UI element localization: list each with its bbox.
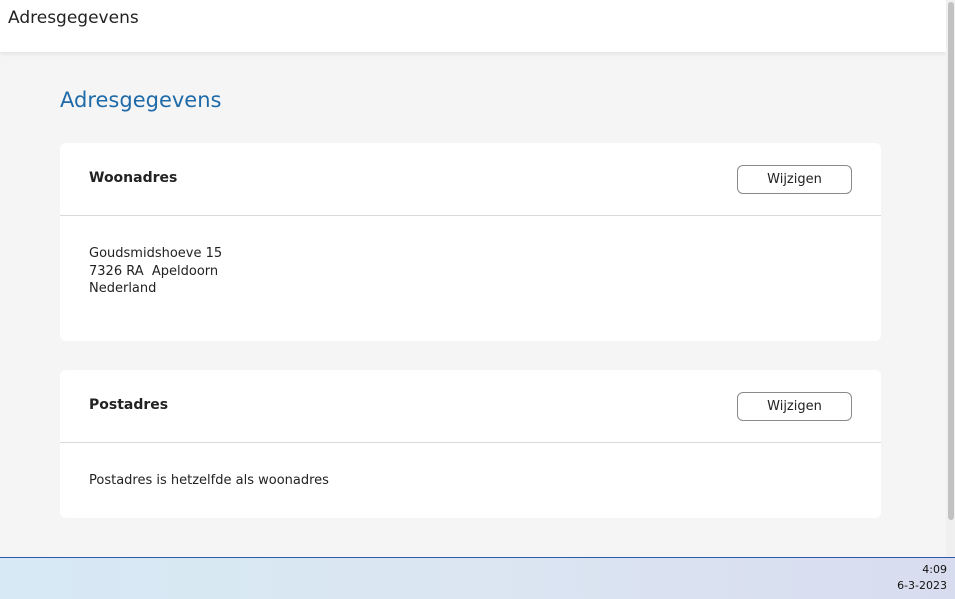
postal-address-body: Postadres is hetzelfde als woonadres [60, 443, 881, 490]
postal-address-title: Postadres [89, 397, 169, 413]
postal-address-card: Postadres Wijzigen Postadres is hetzelfd… [60, 370, 881, 518]
app-header: Adresgegevens [0, 0, 946, 52]
address-country: Nederland [89, 281, 157, 296]
home-address-title: Woonadres [89, 170, 178, 186]
home-address-body: Goudsmidshoeve 15 7326 RA Apeldoorn Nede… [60, 216, 881, 298]
address-street: Goudsmidshoeve 15 [89, 246, 223, 261]
home-address-card-header: Woonadres Wijzigen [60, 143, 881, 216]
page-title: Adresgegevens [60, 88, 222, 112]
clock-date: 6-3-2023 [897, 579, 947, 592]
app-window: Adresgegevens Adresgegevens Woonadres Wi… [0, 0, 946, 557]
edit-home-address-button[interactable]: Wijzigen [737, 165, 852, 194]
taskbar-clock[interactable]: 4:09 6-3-2023 [897, 562, 947, 594]
clock-time: 4:09 [922, 563, 947, 576]
vertical-scrollbar[interactable] [946, 0, 955, 557]
home-address-card: Woonadres Wijzigen Goudsmidshoeve 15 732… [60, 143, 881, 341]
postal-address-card-header: Postadres Wijzigen [60, 370, 881, 443]
app-header-title: Adresgegevens [8, 8, 139, 28]
taskbar: 4:09 6-3-2023 [0, 558, 955, 599]
postal-address-text: Postadres is hetzelfde als woonadres [89, 473, 329, 488]
scrollbar-thumb[interactable] [948, 2, 954, 520]
edit-postal-address-button[interactable]: Wijzigen [737, 392, 852, 421]
address-postal-city: 7326 RA Apeldoorn [89, 263, 219, 279]
